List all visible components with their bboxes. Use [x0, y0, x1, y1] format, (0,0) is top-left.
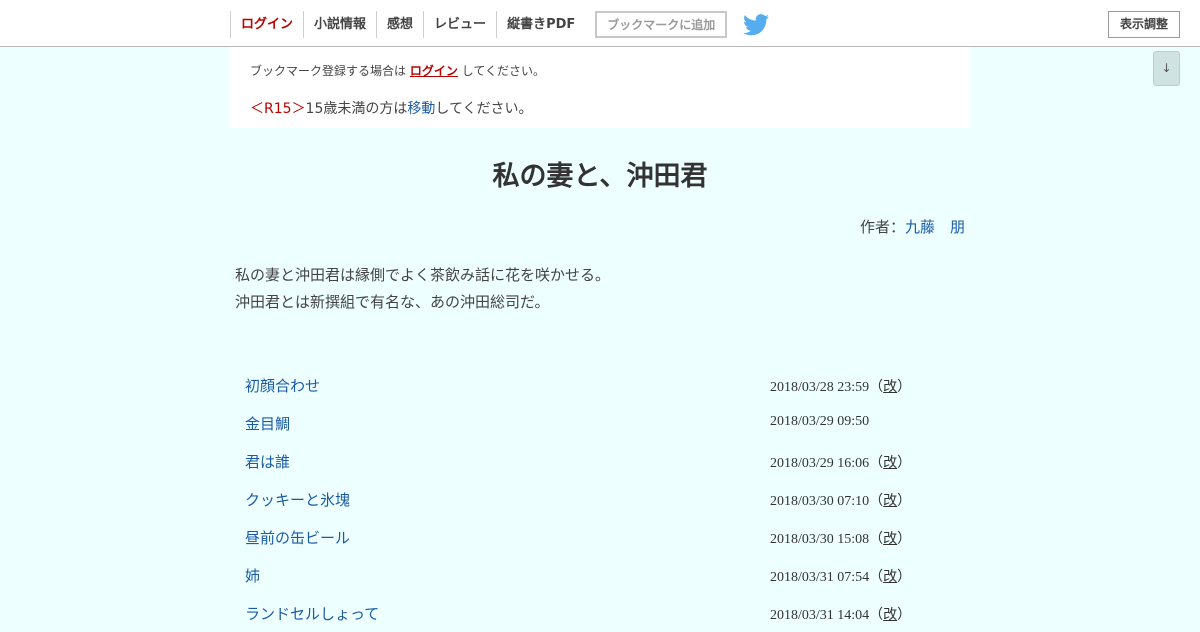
- chapter-date-text: 2018/03/31 07:54: [770, 570, 870, 585]
- chapter-title-link[interactable]: 君は誰: [245, 451, 290, 472]
- nav-novel-info[interactable]: 小説情報: [303, 11, 376, 38]
- chapter-date: 2018/03/28 23:59（改）: [770, 380, 912, 395]
- revised-link[interactable]: 改: [883, 532, 897, 547]
- chapter-date-text: 2018/03/29 09:50: [770, 414, 870, 429]
- chapter-date: 2018/03/31 07:54（改）: [770, 570, 912, 585]
- chapter-row: 姉 2018/03/31 07:54（改）: [230, 556, 970, 594]
- chapter-title-link[interactable]: ランドセルしょって: [245, 603, 379, 624]
- nav-vertical-pdf[interactable]: 縦書きPDF: [496, 11, 585, 38]
- author-label: 作者：: [859, 218, 905, 236]
- revised-link[interactable]: 改: [883, 570, 897, 585]
- chapter-date-text: 2018/03/30 15:08: [770, 532, 870, 547]
- chapter-row: クッキーと氷塊 2018/03/30 07:10（改）: [230, 480, 970, 518]
- bookmark-notice: ブックマーク登録する場合は ログイン してください。: [250, 62, 545, 79]
- age-notice-prefix: 15歳未満の方は: [305, 101, 408, 117]
- chapter-date: 2018/03/29 16:06（改）: [770, 456, 912, 471]
- novel-title: 私の妻と、沖田君: [492, 161, 708, 192]
- r15-tag: ＜R15＞: [250, 101, 306, 117]
- chapter-row: 初顔合わせ 2018/03/28 23:59（改）: [230, 366, 970, 404]
- revised-link[interactable]: 改: [883, 608, 897, 623]
- synopsis: 私の妻と沖田君は縁側でよく茶飲み話に花を咲かせる。 沖田君とは新撰組で有名な、あ…: [235, 262, 965, 316]
- chapter-date-text: 2018/03/28 23:59: [770, 380, 870, 395]
- chapter-title-link[interactable]: 初顔合わせ: [245, 375, 320, 396]
- chapter-title-link[interactable]: クッキーと氷塊: [245, 489, 350, 510]
- scroll-down-button[interactable]: ↓: [1153, 51, 1180, 86]
- nav-impressions[interactable]: 感想: [376, 11, 423, 38]
- nav-review[interactable]: レビュー: [423, 11, 496, 38]
- synopsis-line: 私の妻と沖田君は縁側でよく茶飲み話に花を咲かせる。: [235, 266, 611, 284]
- chapter-title-link[interactable]: 昼前の缶ビール: [245, 527, 350, 548]
- twitter-icon[interactable]: [743, 13, 770, 36]
- chapter-list: 初顔合わせ 2018/03/28 23:59（改） 金目鯛 2018/03/29…: [230, 366, 970, 632]
- add-bookmark-button[interactable]: ブックマークに追加: [595, 11, 728, 38]
- chapter-date-text: 2018/03/30 07:10: [770, 494, 870, 509]
- chapter-date: 2018/03/30 15:08（改）: [770, 532, 912, 547]
- chapter-row: 金目鯛 2018/03/29 09:50: [230, 404, 970, 442]
- revised-link[interactable]: 改: [883, 494, 897, 509]
- age-move-link[interactable]: 移動: [407, 101, 435, 117]
- bookmark-login-link[interactable]: ログイン: [410, 64, 458, 78]
- bookmark-notice-prefix: ブックマーク登録する場合は: [250, 64, 407, 78]
- chapter-date: 2018/03/30 07:10（改）: [770, 494, 912, 509]
- chapter-row: ランドセルしょって 2018/03/31 14:04（改）: [230, 594, 970, 632]
- chapter-date-text: 2018/03/29 16:06: [770, 456, 870, 471]
- chapter-row: 君は誰 2018/03/29 16:06（改）: [230, 442, 970, 480]
- revised-link[interactable]: 改: [883, 380, 897, 395]
- author-link[interactable]: 九藤 朋: [905, 218, 965, 236]
- top-nav: ログイン 小説情報 感想 レビュー 縦書きPDF ブックマークに追加: [230, 11, 770, 38]
- revised-link[interactable]: 改: [883, 456, 897, 471]
- age-notice-suffix: してください。: [435, 101, 533, 117]
- author-line: 作者：九藤 朋: [860, 216, 965, 237]
- chapter-date: 2018/03/31 14:04（改）: [770, 608, 912, 623]
- top-bar: ログイン 小説情報 感想 レビュー 縦書きPDF ブックマークに追加 表示調整: [0, 0, 1200, 47]
- chapter-title-link[interactable]: 姉: [245, 565, 260, 586]
- twitter-bird-icon: [743, 13, 770, 35]
- nav-login[interactable]: ログイン: [230, 11, 303, 38]
- bookmark-notice-suffix: してください。: [461, 64, 545, 78]
- display-settings-button[interactable]: 表示調整: [1108, 11, 1180, 38]
- notice-box: ブックマーク登録する場合は ログイン してください。 ＜R15＞15歳未満の方は…: [230, 47, 970, 128]
- synopsis-line: 沖田君とは新撰組で有名な、あの沖田総司だ。: [235, 293, 550, 311]
- chapter-date: 2018/03/29 09:50: [770, 414, 869, 430]
- age-notice: ＜R15＞15歳未満の方は移動してください。: [250, 98, 533, 118]
- chapter-date-text: 2018/03/31 14:04: [770, 608, 870, 623]
- chapter-title-link[interactable]: 金目鯛: [245, 413, 290, 434]
- chapter-row: 昼前の缶ビール 2018/03/30 15:08（改）: [230, 518, 970, 556]
